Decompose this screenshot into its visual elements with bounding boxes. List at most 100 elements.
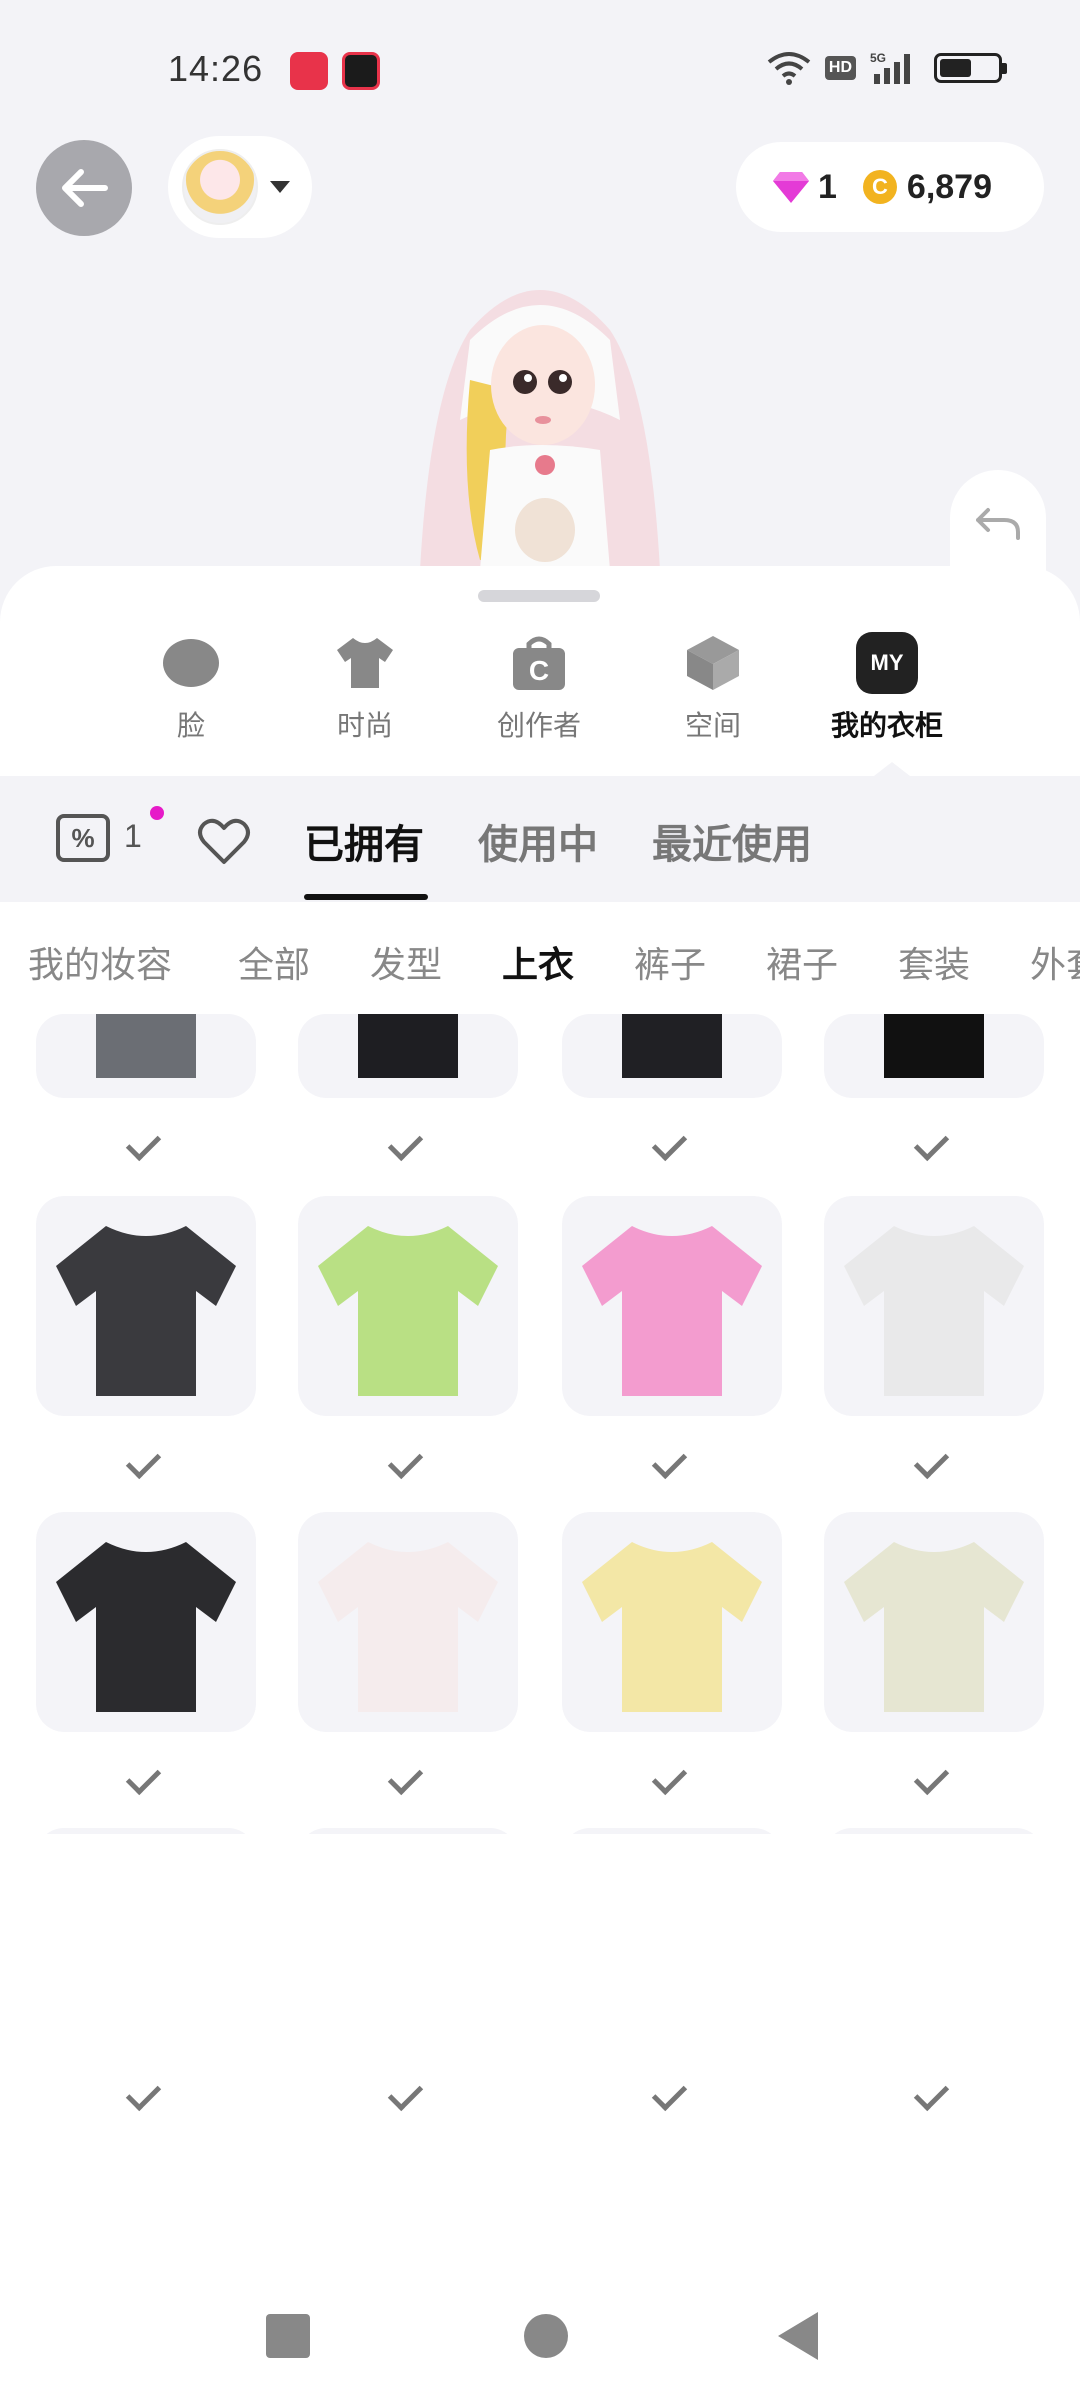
tab-label: 时尚 (336, 710, 393, 741)
owned-check-icon (128, 1760, 168, 1790)
creator-bag-icon: C (508, 632, 570, 694)
filter-bar: % 1 已拥有 使用中 最近使用 (0, 776, 1080, 902)
garment-shape (318, 1858, 498, 2028)
wardrobe-item-green-pink-graphic-top[interactable] (298, 1196, 518, 1416)
subcat-pants[interactable]: 裤子 (634, 936, 706, 988)
sheet-grabber[interactable] (478, 590, 600, 602)
subcat-all[interactable]: 全部 (238, 936, 310, 988)
wardrobe-item-purple-anime-tee[interactable]: ✦ (562, 1828, 782, 2028)
owned-check-icon (390, 1760, 430, 1790)
owned-check-icon (128, 1126, 168, 1156)
subcat-outerwear[interactable]: 外套 (1030, 936, 1080, 988)
wardrobe-item-white-striped-sweater[interactable] (36, 1828, 256, 2048)
wifi-icon (767, 52, 811, 85)
subcat-tops[interactable]: 上衣 (502, 936, 574, 988)
tab-label: 我的衣柜 (830, 710, 943, 741)
clock: 14:26 (168, 48, 264, 89)
owned-check-icon (916, 1444, 956, 1474)
garment-image (56, 1226, 236, 1396)
wardrobe-item-white-bow-tee[interactable] (298, 1512, 518, 1732)
arrow-left-icon (62, 169, 108, 207)
wardrobe-item-mauve-long-sleeve[interactable] (824, 1828, 1044, 2028)
undo-button[interactable] (950, 470, 1046, 580)
subcat-sets[interactable]: 套装 (898, 936, 970, 988)
coupon-icon[interactable]: % (56, 814, 110, 862)
avatar-switcher[interactable] (168, 136, 312, 238)
wardrobe-item-black-star-raglan-tee[interactable] (36, 1196, 256, 1416)
network-type: 5G (870, 51, 886, 65)
tab-creator[interactable]: C 创作者 (464, 632, 614, 744)
my-wardrobe-icon: MY (856, 632, 918, 694)
tab-face[interactable]: 脸 (116, 632, 266, 744)
status-bar: 14:26 HD 5G (0, 0, 1080, 140)
owned-check-icon (390, 1126, 430, 1156)
coin-count: 6,879 (906, 167, 993, 206)
subcat-my-makeup[interactable]: 我的妆容 (28, 936, 172, 988)
garment-shape (582, 1226, 762, 1396)
recents-button[interactable] (266, 2314, 310, 2358)
wardrobe-item-pink-yellow-graphic-top[interactable] (562, 1196, 782, 1416)
wardrobe-item-black-ribbed-crop-top[interactable] (36, 1512, 256, 1732)
svg-text:C: C (529, 655, 549, 686)
battery-icon (934, 53, 1007, 83)
subcategory-tabs: 我的妆容 全部 发型 上衣 裤子 裙子 套装 外套 (0, 902, 1080, 1014)
notification-dot (150, 806, 164, 820)
back-button[interactable] (36, 140, 132, 236)
tab-recent[interactable]: 最近使用 (652, 812, 812, 870)
garment-shape (56, 1226, 236, 1396)
subcat-hair[interactable]: 发型 (370, 936, 442, 988)
screen-record-icon (290, 52, 328, 90)
wardrobe-item-black-oversized-hoodie[interactable] (298, 1828, 518, 2048)
wardrobe-sheet: 脸 时尚 C 创作者 空间 MY 我的衣柜 % 1 已拥有 使用中 最近使用 我… (0, 566, 1080, 2400)
tab-label: 创作者 (496, 710, 581, 741)
owned-check-icon (654, 2076, 694, 2106)
garment-shape (844, 1858, 1024, 2028)
garment-image (56, 1542, 236, 1712)
wardrobe-item-yellow-panda-jacket[interactable] (562, 1512, 782, 1732)
tab-label: 空间 (684, 710, 741, 741)
nav-back-button[interactable] (778, 2312, 818, 2360)
owned-check-icon (916, 1760, 956, 1790)
tab-my-wardrobe[interactable]: MY 我的衣柜 (812, 632, 962, 744)
character-preview (420, 290, 660, 570)
garment-image (844, 1542, 1024, 1712)
chevron-down-icon (270, 181, 290, 193)
owned-check-icon (654, 1444, 694, 1474)
tab-owned[interactable]: 已拥有 (304, 812, 424, 870)
garment-shape (318, 1226, 498, 1396)
active-tab-underline (304, 894, 428, 900)
garment-shape (318, 1542, 498, 1712)
system-icons: HD 5G (767, 50, 1007, 86)
owned-check-icon (390, 1444, 430, 1474)
garment-shape (56, 1542, 236, 1712)
wardrobe-item-cream-ruffle-dress[interactable] (824, 1512, 1044, 1732)
garment-image (582, 1542, 762, 1712)
garment-shape (582, 1542, 762, 1712)
garment-image (318, 1542, 498, 1712)
signal-icon: 5G (870, 51, 910, 84)
garment-image (582, 1226, 762, 1396)
owned-check-icon (916, 1126, 956, 1156)
garment-image (36, 1828, 256, 2048)
home-button[interactable] (524, 2314, 568, 2358)
garment-shape (582, 1858, 762, 2028)
undo-icon (976, 508, 1020, 540)
avatar (182, 149, 258, 225)
subcat-skirts[interactable]: 裙子 (766, 936, 838, 988)
currency-balance[interactable]: 1 C 6,879 (736, 142, 1044, 232)
garment-shape (56, 1858, 236, 2028)
garment-image (318, 1226, 498, 1396)
heart-icon[interactable] (196, 812, 252, 868)
tab-fashion[interactable]: 时尚 (290, 632, 440, 744)
tab-space[interactable]: 空间 (638, 632, 788, 744)
category-tabs: 脸 时尚 C 创作者 空间 MY 我的衣柜 (0, 632, 1080, 752)
tab-in-use[interactable]: 使用中 (478, 812, 598, 870)
owned-check-icon (916, 2076, 956, 2106)
wardrobe-item-white-off-shoulder-sweater[interactable] (824, 1196, 1044, 1416)
garment-shape (844, 1542, 1024, 1712)
tab-pointer (874, 762, 910, 776)
tab-label: 脸 (176, 710, 205, 741)
coin-icon: C (862, 170, 897, 204)
video-app-icon (342, 52, 380, 90)
garment-image (298, 1828, 518, 2048)
